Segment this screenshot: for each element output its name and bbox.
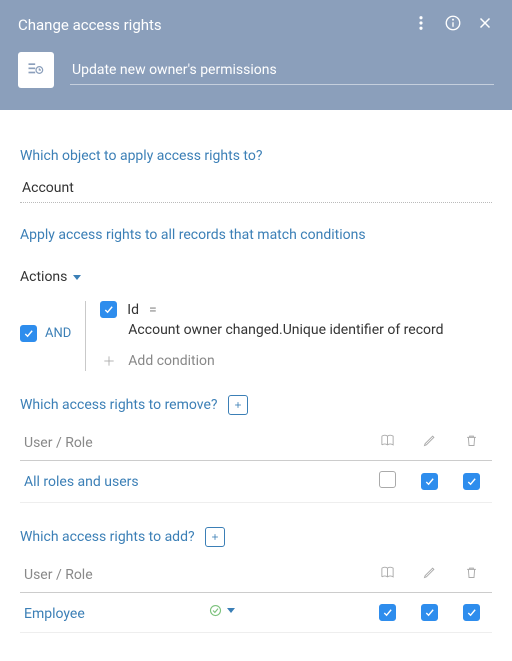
remove-rights-title: Which access rights to remove? bbox=[20, 395, 492, 415]
add-rights-label: Which access rights to add? bbox=[20, 529, 195, 545]
filter-block: AND Id = Account owner changed.Unique id… bbox=[20, 301, 492, 371]
actions-dropdown[interactable]: Actions bbox=[20, 269, 81, 285]
condition-value[interactable]: Account owner changed.Unique identifier … bbox=[128, 322, 443, 338]
more-icon[interactable] bbox=[412, 14, 430, 36]
condition-checkbox[interactable] bbox=[100, 301, 117, 318]
delete-checkbox[interactable] bbox=[463, 473, 480, 490]
column-read-icon bbox=[366, 557, 408, 593]
object-section-title: Which object to apply access rights to? bbox=[20, 148, 492, 164]
delete-checkbox[interactable] bbox=[463, 604, 480, 621]
caret-down-icon bbox=[227, 608, 235, 613]
add-row-name[interactable]: Employee bbox=[24, 606, 85, 622]
column-user-role: User / Role bbox=[20, 557, 366, 593]
remove-rights-label: Which access rights to remove? bbox=[20, 397, 218, 413]
condition-field[interactable]: Id bbox=[127, 302, 139, 318]
group-operator[interactable]: AND bbox=[45, 326, 71, 341]
remove-rights-table: User / Role All roles and users bbox=[20, 425, 492, 503]
read-checkbox[interactable] bbox=[379, 604, 396, 621]
edit-checkbox[interactable] bbox=[421, 604, 438, 621]
table-row: All roles and users bbox=[20, 461, 492, 503]
condition-operator[interactable]: = bbox=[149, 302, 157, 318]
change-access-rights-panel: Change access rights Update new owner's … bbox=[0, 0, 512, 661]
table-row: Employee bbox=[20, 593, 492, 633]
read-checkbox[interactable] bbox=[379, 471, 396, 488]
add-remove-right-button[interactable] bbox=[228, 395, 248, 415]
plus-icon bbox=[100, 352, 118, 370]
status-dropdown[interactable] bbox=[208, 603, 235, 618]
info-icon[interactable] bbox=[444, 14, 462, 36]
remove-row-name[interactable]: All roles and users bbox=[24, 474, 139, 490]
edit-checkbox[interactable] bbox=[421, 473, 438, 490]
column-edit-icon bbox=[408, 425, 450, 461]
add-add-right-button[interactable] bbox=[205, 527, 225, 547]
add-rights-title: Which access rights to add? bbox=[20, 527, 492, 547]
element-name-input[interactable]: Update new owner's permissions bbox=[70, 56, 494, 85]
add-condition-button[interactable]: Add condition bbox=[100, 352, 443, 370]
object-input[interactable]: Account bbox=[20, 174, 492, 203]
actions-label: Actions bbox=[20, 269, 67, 285]
column-user-role: User / Role bbox=[20, 425, 366, 461]
add-rights-table: User / Role Employee bbox=[20, 557, 492, 633]
column-edit-icon bbox=[408, 557, 450, 593]
column-delete-icon bbox=[450, 425, 492, 461]
column-read-icon bbox=[366, 425, 408, 461]
add-condition-label: Add condition bbox=[128, 353, 214, 369]
panel-header: Change access rights Update new owner's … bbox=[0, 0, 512, 110]
panel-title: Change access rights bbox=[18, 16, 162, 34]
caret-down-icon bbox=[73, 275, 81, 280]
conditions-section-title: Apply access rights to all records that … bbox=[20, 227, 492, 243]
column-delete-icon bbox=[450, 557, 492, 593]
element-type-icon bbox=[18, 52, 54, 88]
close-icon[interactable] bbox=[476, 14, 494, 36]
group-checkbox[interactable] bbox=[20, 325, 37, 342]
